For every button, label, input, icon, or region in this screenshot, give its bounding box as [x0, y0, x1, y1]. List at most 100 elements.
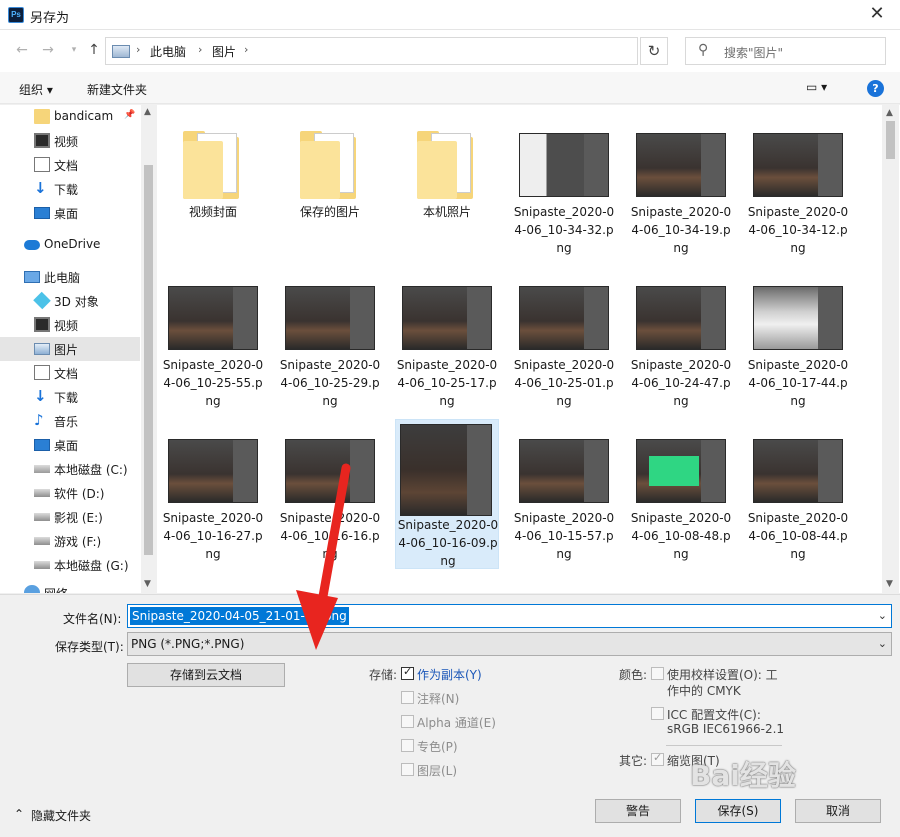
- filename-label: 文件名(N):: [63, 612, 122, 626]
- address-bar[interactable]: › 此电脑 › 图片 › ⌄: [105, 37, 725, 65]
- sidebar-item[interactable]: 图片: [0, 337, 140, 361]
- sidebar-item-label: 文档: [54, 367, 79, 381]
- file-name: Snipaste_2020-04-06_10-08-44.png: [747, 511, 849, 561]
- save-button[interactable]: 保存(S): [695, 799, 781, 823]
- breadcrumb-pictures[interactable]: 图片: [212, 43, 236, 60]
- file-item[interactable]: Snipaste_2020-04-06_10-25-55.png: [161, 266, 265, 416]
- folder-item[interactable]: 视频封面: [161, 113, 265, 263]
- image-thumbnail: [636, 133, 726, 197]
- file-name: Snipaste_2020-04-06_10-25-55.png: [162, 358, 264, 408]
- sidebar-item[interactable]: 视频: [0, 313, 140, 337]
- other-label: 其它:: [619, 754, 648, 768]
- folder-item[interactable]: 保存的图片: [278, 113, 382, 263]
- sidebar-item[interactable]: 文档: [0, 361, 140, 385]
- close-icon[interactable]: ✕: [854, 0, 900, 30]
- breadcrumb-separator-icon[interactable]: ›: [244, 43, 248, 56]
- storage-option-checkbox[interactable]: [401, 763, 414, 776]
- folder-icon: [34, 109, 50, 124]
- sidebar-item[interactable]: OneDrive: [0, 233, 140, 257]
- sidebar-item[interactable]: 此电脑: [0, 265, 140, 289]
- file-list-scroll-thumb[interactable]: [886, 121, 895, 159]
- sidebar-item[interactable]: ↓ 下载: [0, 385, 140, 409]
- image-thumbnail: [285, 286, 375, 350]
- file-item[interactable]: Snipaste_2020-04-06_10-08-44.png: [746, 419, 850, 569]
- icc-profile-checkbox[interactable]: [651, 707, 664, 720]
- sidebar-item[interactable]: 视频: [0, 129, 140, 153]
- breadcrumb-this-pc[interactable]: 此电脑: [150, 43, 186, 60]
- file-item[interactable]: Snipaste_2020-04-06_10-16-16.png: [278, 419, 382, 569]
- sidebar-item[interactable]: ↓ 下载: [0, 177, 140, 201]
- help-icon[interactable]: ?: [867, 80, 884, 97]
- organize-menu[interactable]: 组织 ▾: [19, 81, 53, 98]
- up-arrow-icon[interactable]: ↑: [84, 40, 104, 60]
- search-input[interactable]: ⚲ 搜索"图片": [685, 37, 886, 65]
- pin-icon[interactable]: 📌: [124, 110, 135, 120]
- sidebar-item-label: 图片: [54, 343, 79, 357]
- save-to-cloud-button[interactable]: 存储到云文档: [127, 663, 285, 687]
- storage-option-checkbox[interactable]: [401, 715, 414, 728]
- file-item[interactable]: Snipaste_2020-04-06_10-24-47.png: [629, 266, 733, 416]
- sidebar-item[interactable]: 桌面: [0, 201, 140, 225]
- sidebar-item[interactable]: 桌面: [0, 433, 140, 457]
- sidebar-item[interactable]: 本地磁盘 (C:): [0, 457, 140, 481]
- file-name: 本机照片: [422, 205, 471, 219]
- warning-button[interactable]: 警告: [595, 799, 681, 823]
- sidebar-item[interactable]: 游戏 (F:): [0, 529, 140, 553]
- file-list-scrollbar[interactable]: ▲ ▼: [882, 105, 899, 593]
- file-item[interactable]: Snipaste_2020-04-06_10-25-29.png: [278, 266, 382, 416]
- folder-item[interactable]: 本机照片: [395, 113, 499, 263]
- scroll-up-icon[interactable]: ▲: [886, 108, 893, 118]
- sidebar-item[interactable]: bandicam 📌: [0, 105, 140, 129]
- file-item[interactable]: Snipaste_2020-04-06_10-16-09.png: [395, 419, 499, 569]
- proof-setup-checkbox[interactable]: [651, 667, 664, 680]
- file-name: Snipaste_2020-04-06_10-17-44.png: [747, 358, 849, 408]
- filetype-value: PNG (*.PNG;*.PNG): [131, 637, 245, 651]
- file-item[interactable]: Snipaste_2020-04-06_10-34-32.png: [512, 113, 616, 263]
- file-item[interactable]: Snipaste_2020-04-06_10-25-01.png: [512, 266, 616, 416]
- search-placeholder: 搜索"图片": [724, 46, 784, 60]
- filetype-select[interactable]: PNG (*.PNG;*.PNG) ⌄: [127, 632, 892, 656]
- scroll-down-icon[interactable]: ▼: [886, 579, 893, 589]
- sidebar-item[interactable]: 3D 对象: [0, 289, 140, 313]
- file-item[interactable]: Snipaste_2020-04-06_10-34-12.png: [746, 113, 850, 263]
- filetype-dropdown-icon[interactable]: ⌄: [878, 637, 887, 650]
- navigation-bar: ← → ▾ ↑ › 此电脑 › 图片 › ⌄ ↻ ⚲ 搜索"图片": [0, 30, 900, 72]
- sidebar-scroll-thumb[interactable]: [144, 165, 153, 555]
- collapse-chevron-icon[interactable]: ⌃: [14, 807, 24, 821]
- file-item[interactable]: Snipaste_2020-04-06_10-08-48.png: [629, 419, 733, 569]
- storage-option-checkbox[interactable]: [401, 739, 414, 752]
- sidebar-scrollbar[interactable]: ▲ ▼: [141, 105, 156, 593]
- sidebar-item-label: 网络: [44, 585, 68, 593]
- file-item[interactable]: Snipaste_2020-04-06_10-17-44.png: [746, 266, 850, 416]
- storage-option-checkbox[interactable]: ✓: [401, 665, 414, 680]
- sidebar-item[interactable]: 文档: [0, 153, 140, 177]
- sidebar-item[interactable]: 软件 (D:): [0, 481, 140, 505]
- download-icon: ↓: [34, 387, 47, 405]
- back-arrow-icon[interactable]: ←: [12, 40, 32, 60]
- file-item[interactable]: Snipaste_2020-04-06_10-15-57.png: [512, 419, 616, 569]
- file-name: Snipaste_2020-04-06_10-16-16.png: [279, 511, 381, 561]
- new-folder-button[interactable]: 新建文件夹: [87, 81, 147, 98]
- refresh-button[interactable]: ↻: [640, 37, 668, 65]
- filename-field[interactable]: Snipaste_2020-04-05_21-01-10.png ⌄: [127, 604, 892, 628]
- file-item[interactable]: Snipaste_2020-04-06_10-34-19.png: [629, 113, 733, 263]
- scroll-down-icon[interactable]: ▼: [144, 579, 151, 589]
- scroll-up-icon[interactable]: ▲: [144, 107, 151, 117]
- hide-folders-toggle[interactable]: 隐藏文件夹: [31, 807, 91, 824]
- recent-dropdown-icon[interactable]: ▾: [64, 40, 84, 60]
- sidebar-item[interactable]: 影视 (E:): [0, 505, 140, 529]
- storage-option-checkbox[interactable]: [401, 691, 414, 704]
- picture-icon: [34, 343, 50, 355]
- image-thumbnail: [753, 439, 843, 503]
- forward-arrow-icon[interactable]: →: [38, 40, 58, 60]
- thumbnail-checkbox[interactable]: ✓: [651, 751, 664, 766]
- sidebar-item[interactable]: 网络: [0, 581, 140, 593]
- view-mode-icon[interactable]: ▭ ▾: [806, 80, 827, 94]
- sidebar-item[interactable]: 本地磁盘 (G:): [0, 553, 140, 577]
- filename-dropdown-icon[interactable]: ⌄: [878, 609, 887, 622]
- file-item[interactable]: Snipaste_2020-04-06_10-25-17.png: [395, 266, 499, 416]
- sidebar-item[interactable]: ♪ 音乐: [0, 409, 140, 433]
- file-item[interactable]: Snipaste_2020-04-06_10-16-27.png: [161, 419, 265, 569]
- cancel-button[interactable]: 取消: [795, 799, 881, 823]
- folder-icon: [417, 131, 477, 199]
